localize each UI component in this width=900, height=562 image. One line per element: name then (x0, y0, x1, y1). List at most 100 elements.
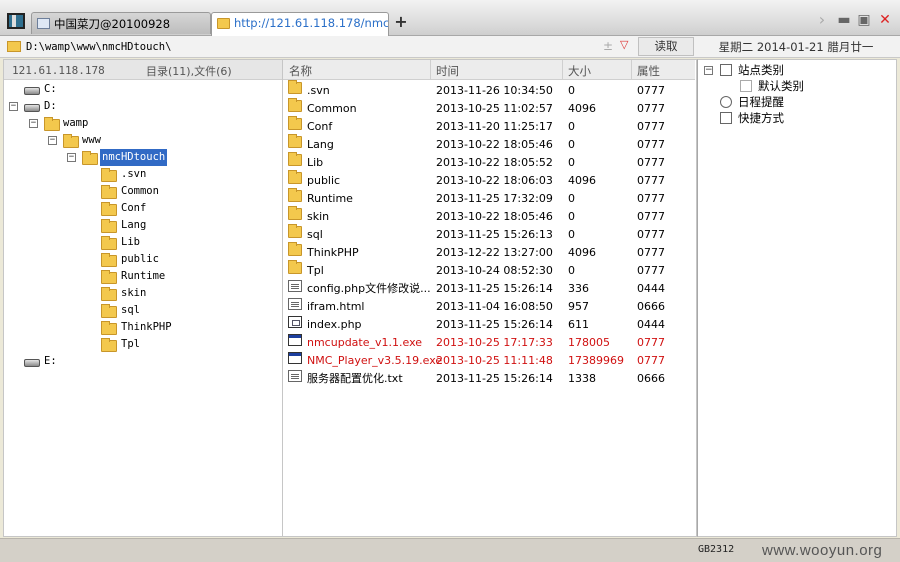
column-divider[interactable] (562, 60, 563, 80)
directory-tree-panel: 121.61.118.178 目录(11),文件(6) C: − D: − wa… (3, 59, 283, 537)
file-name: skin (307, 210, 330, 223)
file-row[interactable]: Conf 2013-11-20 11:25:17 0 0777 (283, 116, 695, 136)
collapse-icon[interactable]: − (48, 136, 57, 145)
encoding-label[interactable]: GB2312 (698, 544, 734, 555)
file-name: index.php (307, 318, 362, 331)
tree-node-tpl[interactable]: Tpl (4, 336, 274, 353)
file-name: 服务器配置优化.txt (307, 372, 403, 385)
file-row[interactable]: nmcupdate_v1.1.exe 2013-10-25 17:17:33 178… (283, 334, 695, 352)
file-row[interactable]: .svn 2013-11-26 10:34:50 0 0777 (283, 80, 695, 100)
tree-header: 121.61.118.178 目录(11),文件(6) (4, 60, 282, 80)
app-icon[interactable] (7, 13, 25, 29)
file-row[interactable]: public 2013-10-22 18:06:03 4096 0777 (283, 170, 695, 190)
collapse-icon[interactable]: − (704, 66, 713, 75)
column-header-time[interactable]: 时间 (436, 63, 459, 79)
path-input[interactable] (26, 38, 636, 56)
file-name: Conf (307, 120, 333, 133)
tree-node-drive-d[interactable]: − D: (4, 98, 274, 115)
tree-node-default-category[interactable]: 默认类别 (698, 78, 894, 95)
tree-node-sql[interactable]: sql (4, 302, 274, 319)
read-button[interactable]: 读取 (638, 37, 694, 56)
file-attr: 0777 (637, 156, 665, 169)
tree-node-conf[interactable]: Conf (4, 200, 274, 217)
tree-node-skin[interactable]: skin (4, 285, 274, 302)
file-size: 4096 (568, 246, 596, 259)
file-time: 2013-11-25 15:26:14 (436, 318, 553, 331)
chevron-down-icon[interactable]: ▽ (620, 38, 628, 51)
file-size: 0 (568, 138, 575, 151)
folder-icon (101, 253, 117, 267)
file-row[interactable]: Lib 2013-10-22 18:05:52 0 0777 (283, 152, 695, 172)
file-row[interactable]: skin 2013-10-22 18:05:46 0 0777 (283, 206, 695, 226)
tree-node-site-category[interactable]: − 站点类别 (698, 62, 894, 79)
file-row[interactable]: Common 2013-10-25 11:02:57 4096 0777 (283, 98, 695, 118)
file-row[interactable]: config.php文件修改说... 2013-11-25 15:26:14 336… (283, 280, 695, 298)
file-row[interactable]: Lang 2013-10-22 18:05:46 0 0777 (283, 134, 695, 154)
file-row[interactable]: 服务器配置优化.txt 2013-11-25 15:26:14 1338 0666 (283, 370, 695, 388)
file-row[interactable]: Runtime 2013-11-25 17:32:09 0 0777 (283, 188, 695, 208)
file-row[interactable]: Tpl 2013-10-24 08:52:30 0 0777 (283, 260, 695, 280)
new-tab-plus-icon[interactable]: + (393, 12, 409, 32)
file-row[interactable]: ThinkPHP 2013-12-22 13:27:00 4096 0777 (283, 242, 695, 262)
file-row[interactable]: index.php 2013-11-25 15:26:14 611 0444 (283, 316, 695, 334)
tab-label: 中国菜刀@20100928 (54, 17, 171, 31)
chevron-right-icon[interactable]: › (814, 12, 830, 28)
tree-node-nmchdtouch[interactable]: − nmcHDtouch (4, 149, 274, 166)
file-attr: 0777 (637, 336, 665, 349)
watermark: www.wooyun.org (762, 542, 883, 559)
tree-node-common[interactable]: Common (4, 183, 274, 200)
tree-node-lang[interactable]: Lang (4, 217, 274, 234)
collapse-icon[interactable]: − (9, 102, 18, 111)
file-list-panel: 名称 时间 大小 属性 .svn 2013-11-26 10:34:50 0 0777… (283, 59, 697, 537)
tree-node-thinkphp[interactable]: ThinkPHP (4, 319, 274, 336)
tree-node-schedule-reminder[interactable]: 日程提醒 (698, 94, 894, 111)
tree-node-drive-c[interactable]: C: (4, 81, 274, 98)
tree-node-public[interactable]: public (4, 251, 274, 268)
tab-label: http://121.61.118.178/nmcH... (234, 16, 389, 30)
tab-caidao-home[interactable]: 中国菜刀@20100928 (31, 12, 211, 34)
folder-icon (288, 116, 302, 130)
column-divider[interactable] (631, 60, 632, 80)
status-bar: GB2312 www.wooyun.org (0, 538, 900, 562)
file-attr: 0777 (637, 354, 665, 367)
file-row[interactable]: NMC_Player_v3.5.19.exe 2013-10-25 11:11:4… (283, 352, 695, 370)
tab-remote-site[interactable]: http://121.61.118.178/nmcH... (211, 12, 389, 36)
file-size: 4096 (568, 102, 596, 115)
file-row[interactable]: sql 2013-11-25 15:26:13 0 0777 (283, 224, 695, 244)
tree-node-lib[interactable]: Lib (4, 234, 274, 251)
file-size: 1338 (568, 372, 596, 385)
minimize-icon[interactable]: ▬ (836, 12, 852, 28)
collapse-icon[interactable]: − (67, 153, 76, 162)
file-size: 4096 (568, 174, 596, 187)
folder-icon (288, 188, 302, 202)
close-icon[interactable]: ✕ (877, 12, 893, 28)
tree-node-drive-e[interactable]: E: (4, 353, 274, 370)
tree-node-shortcuts[interactable]: 快捷方式 (698, 110, 894, 127)
column-header-attr[interactable]: 属性 (637, 63, 660, 79)
tree-node-www[interactable]: − www (4, 132, 274, 149)
maximize-icon[interactable]: ▣ (856, 12, 872, 28)
file-time: 2013-10-24 08:52:30 (436, 264, 553, 277)
folder-icon (288, 224, 302, 238)
file-attr: 0777 (637, 192, 665, 205)
bookmark-icon[interactable]: ± (603, 39, 613, 53)
document-icon (288, 298, 302, 310)
file-row[interactable]: ifram.html 2013-11-04 16:08:50 957 0666 (283, 298, 695, 316)
file-time: 2013-11-04 16:08:50 (436, 300, 553, 313)
folder-icon (101, 321, 117, 335)
column-header-size[interactable]: 大小 (568, 63, 591, 79)
file-name: Common (307, 102, 357, 115)
address-bar: ± ▽ 读取 星期二 2014-01-21 腊月廿一 (0, 36, 900, 58)
folder-icon (288, 242, 302, 256)
file-attr: 0777 (637, 138, 665, 151)
file-size: 957 (568, 300, 589, 313)
column-divider[interactable] (430, 60, 431, 80)
file-name: NMC_Player_v3.5.19.exe (307, 354, 443, 367)
file-time: 2013-11-25 17:32:09 (436, 192, 553, 205)
collapse-icon[interactable]: − (29, 119, 38, 128)
drive-icon (24, 87, 40, 95)
tree-node-svn[interactable]: .svn (4, 166, 274, 183)
tree-node-runtime[interactable]: Runtime (4, 268, 274, 285)
tree-node-wamp[interactable]: − wamp (4, 115, 274, 132)
column-header-name[interactable]: 名称 (289, 63, 312, 79)
